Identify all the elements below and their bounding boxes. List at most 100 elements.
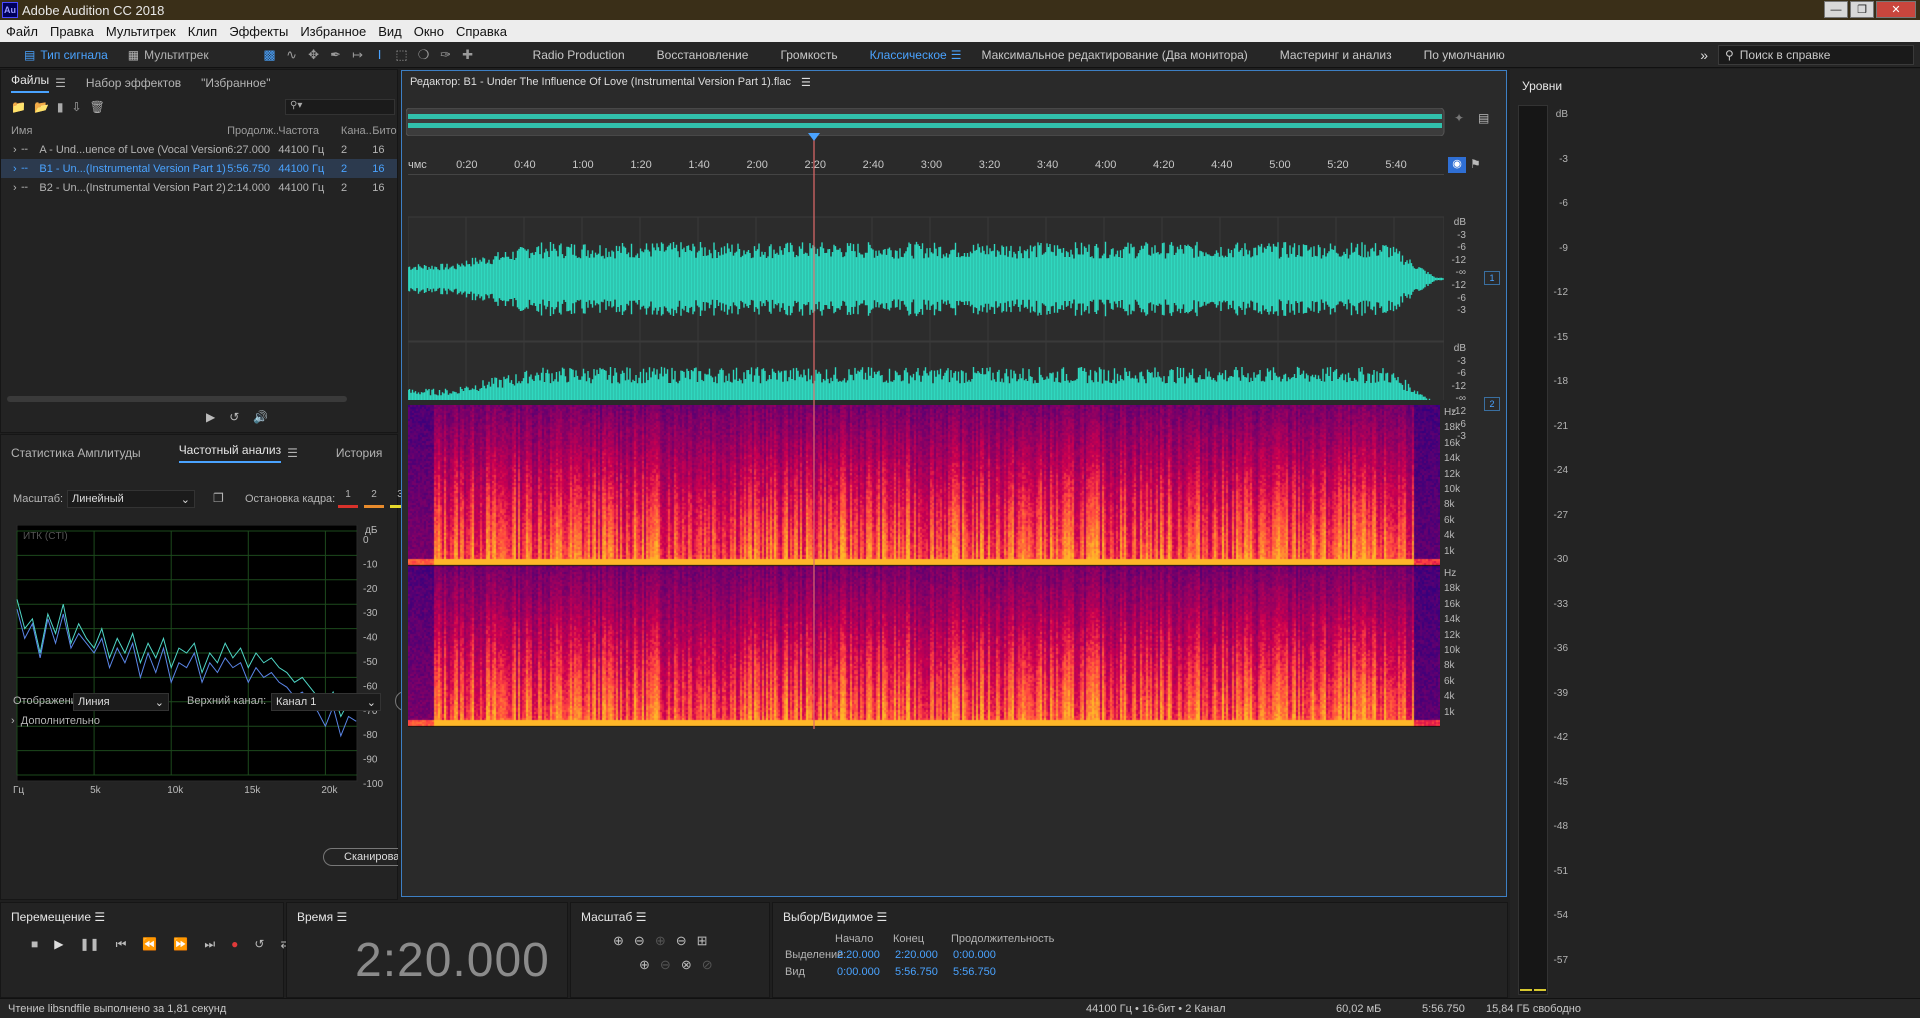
marker-pin-icon[interactable]: ⚑ — [1470, 157, 1481, 171]
delete-file-icon[interactable]: 🗑 — [90, 100, 105, 114]
zoom-fit-icon[interactable]: ⊘ — [702, 957, 713, 973]
workspace-mastering-analysis[interactable]: Мастеринг и анализ — [1264, 48, 1408, 62]
zoom-in-frequency-icon[interactable]: ⊕ — [639, 957, 650, 973]
col-rate[interactable]: Частота — [278, 125, 341, 137]
view-start-field[interactable]: 0:00.000 — [837, 966, 880, 978]
menu-edit[interactable]: Правка — [44, 24, 100, 39]
freeze-slot-1[interactable]: 1 — [337, 489, 359, 511]
zoom-to-selection-icon[interactable]: ⊞ — [697, 933, 708, 949]
go-to-end-button[interactable]: ⏭ — [204, 937, 215, 952]
close-button[interactable]: ✕ — [1876, 1, 1916, 18]
view-end-field[interactable]: 5:56.750 — [895, 966, 938, 978]
zoom-in-navigator-icon[interactable]: ✦ — [1454, 111, 1464, 125]
pause-button[interactable]: ❚❚ — [79, 937, 99, 952]
tab-favorites[interactable]: "Избранное" — [201, 76, 270, 90]
col-duration[interactable]: Продолж... — [227, 125, 278, 137]
files-horizontal-scrollbar[interactable] — [7, 396, 347, 402]
help-search-input[interactable]: ⚲ Поиск в справке — [1718, 45, 1914, 65]
preview-autoplay-icon[interactable]: 🔊 — [253, 410, 268, 424]
display-dropdown[interactable]: Линия ⌄ — [73, 693, 169, 711]
workspace-default[interactable]: По умолчанию — [1408, 48, 1521, 62]
zoom-out-amplitude-icon[interactable]: ⊖ — [634, 933, 645, 949]
import-file-icon[interactable]: 📂 — [34, 100, 49, 114]
navigator-options-icon[interactable]: ▤ — [1478, 111, 1489, 125]
col-channels[interactable]: Кана... — [341, 125, 372, 137]
channel-2-toggle[interactable]: 2 — [1484, 397, 1500, 411]
scale-dropdown[interactable]: Линейный ⌄ — [67, 490, 195, 508]
time-selection-tool-icon[interactable]: I — [369, 44, 391, 66]
playhead-marker-icon[interactable] — [808, 133, 820, 141]
preview-play-icon[interactable]: ▶ — [206, 410, 215, 424]
advanced-section[interactable]: › Дополнительно — [11, 715, 100, 727]
preview-loop-icon[interactable]: ↺ — [229, 410, 239, 424]
play-button[interactable]: ▶ — [54, 937, 63, 952]
workspace-classic[interactable]: Классическое — [854, 48, 963, 62]
loop-button[interactable]: ↺ — [254, 937, 264, 952]
zoom-in-amplitude-icon[interactable]: ⊕ — [613, 933, 624, 949]
workspace-restoration[interactable]: Восстановление — [641, 48, 765, 62]
record-button[interactable]: ● — [231, 937, 238, 952]
export-file-icon[interactable]: ⇩ — [72, 100, 82, 114]
files-search-input[interactable]: ⚲▾ — [285, 99, 395, 115]
spectral-frequency-display[interactable] — [408, 405, 1440, 727]
rewind-button[interactable]: ⏪ — [142, 937, 157, 952]
minimize-button[interactable]: — — [1824, 1, 1848, 18]
menu-help[interactable]: Справка — [450, 24, 513, 39]
freeze-slot-2[interactable]: 2 — [363, 489, 385, 511]
editor-menu-icon[interactable]: ☰ — [801, 76, 811, 89]
waveform-display[interactable] — [408, 146, 1444, 400]
workspaces-overflow-icon[interactable]: » — [1700, 47, 1708, 63]
tab-files[interactable]: Файлы — [11, 73, 50, 93]
tab-amplitude-statistics[interactable]: Статистика Амплитуды — [11, 446, 141, 460]
file-row[interactable]: › ╌ B1 - Un...(Instrumental Version Part… — [1, 159, 397, 178]
menu-effects[interactable]: Эффекты — [223, 24, 294, 39]
workspace-max-edit-dual[interactable]: Максимальное редактирование (Два монитор… — [965, 48, 1263, 62]
transport-menu-icon[interactable]: ☰ — [94, 910, 105, 924]
top-channel-dropdown[interactable]: Канал 1 ⌄ — [271, 693, 381, 711]
maximize-button[interactable]: ❐ — [1850, 1, 1874, 18]
playhead-line[interactable] — [812, 139, 816, 729]
slip-tool-icon[interactable]: ↦ — [347, 44, 369, 66]
go-to-start-button[interactable]: ⏮ — [116, 937, 127, 952]
zoom-in-time-icon[interactable]: ⊕ — [655, 933, 666, 949]
insert-into-multitrack-icon[interactable]: ▮ — [57, 100, 64, 114]
fast-forward-button[interactable]: ⏩ — [173, 937, 188, 952]
menu-clip[interactable]: Клип — [182, 24, 223, 39]
menu-window[interactable]: Окно — [408, 24, 450, 39]
channel-1-toggle[interactable]: 1 — [1484, 271, 1500, 285]
workspace-radio-production[interactable]: Radio Production — [517, 48, 641, 62]
expand-chevron-icon[interactable]: › — [1, 182, 21, 194]
zoom-out-full-icon[interactable]: ⊖ — [676, 933, 687, 949]
export-graph-icon[interactable]: ❐ — [213, 491, 224, 505]
marquee-tool-icon[interactable]: ⬚ — [391, 44, 413, 66]
expand-chevron-icon[interactable]: › — [1, 144, 21, 156]
menu-file[interactable]: Файл — [0, 24, 44, 39]
col-name[interactable]: Имя — [1, 125, 227, 137]
menu-multitrack[interactable]: Мультитрек — [100, 24, 182, 39]
tab-frequency-analysis[interactable]: Частотный анализ — [178, 443, 282, 463]
tab-history[interactable]: История — [336, 446, 383, 460]
lasso-tool-icon[interactable]: ❍ — [413, 44, 435, 66]
timeline-snap-icon[interactable]: ◉ — [1448, 157, 1466, 173]
col-bits[interactable]: Битов — [372, 125, 397, 137]
time-display[interactable]: 2:20.000 — [355, 933, 550, 988]
view-duration-field[interactable]: 5:56.750 — [953, 966, 996, 978]
expand-chevron-icon[interactable]: › — [1, 163, 21, 175]
spot-healing-tool-icon[interactable]: ✚ — [457, 44, 479, 66]
stop-button[interactable]: ■ — [31, 937, 38, 952]
scan-button[interactable]: Сканировать — [323, 848, 398, 866]
files-tab-menu-icon[interactable]: ☰ — [55, 76, 66, 90]
tab-effects-rack[interactable]: Набор эффектов — [86, 76, 181, 90]
selection-menu-icon[interactable]: ☰ — [877, 910, 888, 924]
analysis-tab-menu-icon[interactable]: ☰ — [287, 446, 298, 460]
move-tool-icon[interactable]: ✥ — [303, 44, 325, 66]
menu-view[interactable]: Вид — [372, 24, 408, 39]
file-row[interactable]: › ╌ A - Und...uence of Love (Vocal Versi… — [1, 140, 397, 159]
menu-favorites[interactable]: Избранное — [294, 24, 372, 39]
waveform-view-icon[interactable]: ▩ — [259, 44, 281, 66]
zoom-menu-icon[interactable]: ☰ — [636, 910, 647, 924]
selection-duration-field[interactable]: 0:00.000 — [953, 949, 996, 961]
waveform-mode-button[interactable]: ▤ Тип сигнала — [14, 44, 118, 66]
spectral-view-icon[interactable]: ∿ — [281, 44, 303, 66]
selection-end-field[interactable]: 2:20.000 — [895, 949, 938, 961]
